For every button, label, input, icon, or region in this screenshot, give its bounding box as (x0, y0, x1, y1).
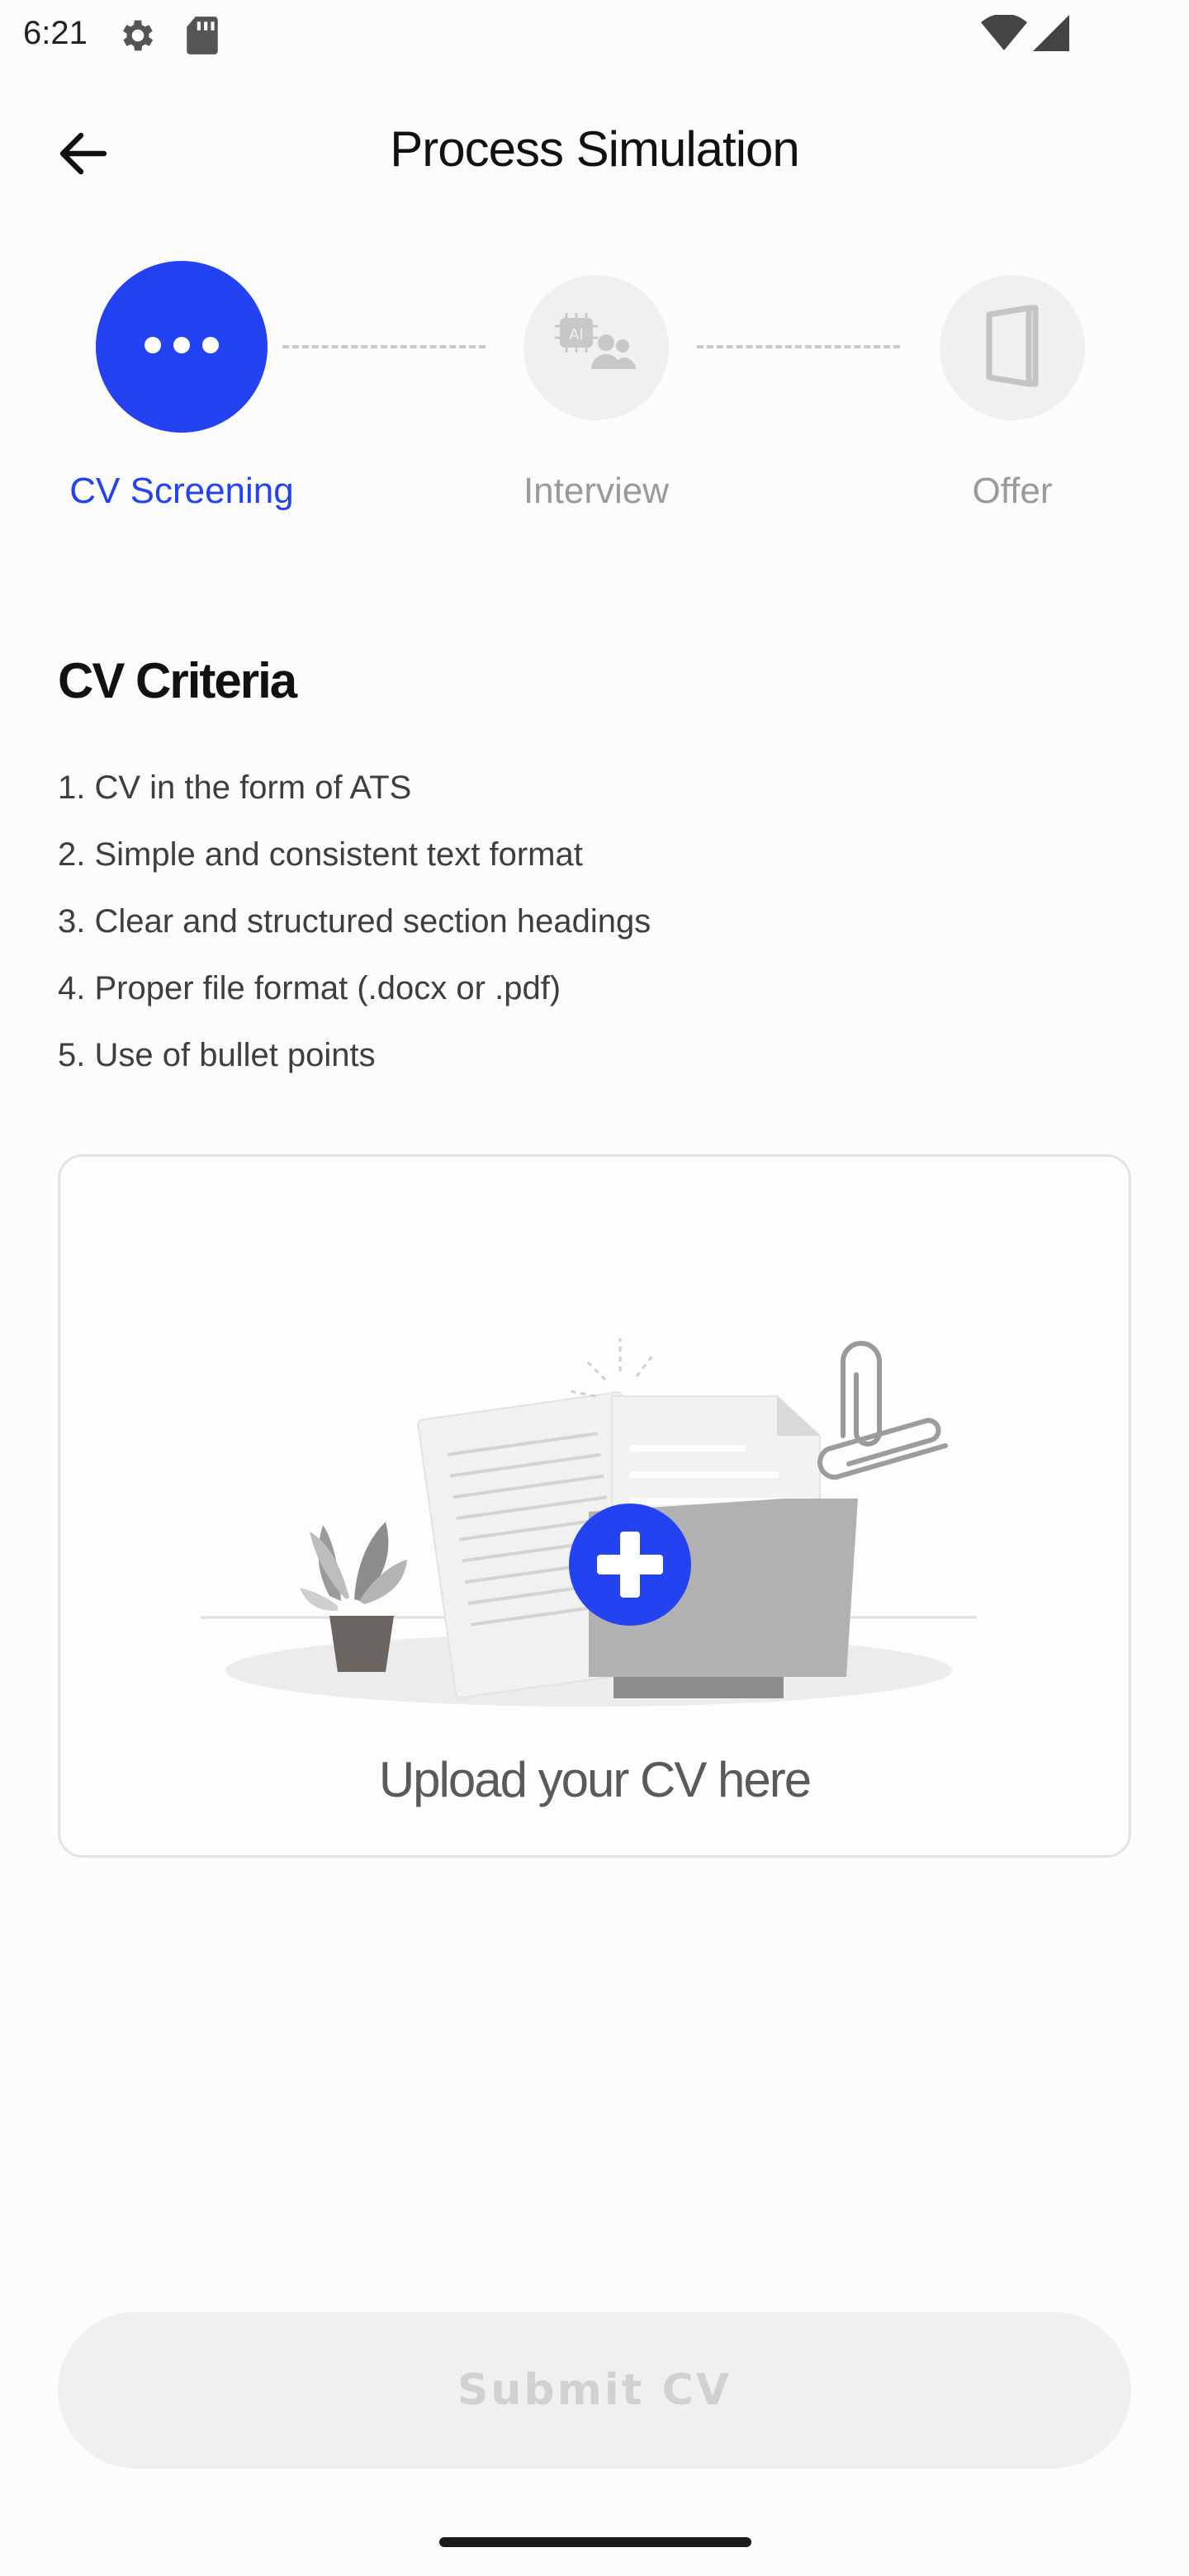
submit-cv-button[interactable]: Submit CV (58, 2312, 1131, 2469)
criteria-item: 3. Clear and structured section headings (58, 903, 651, 940)
plus-icon (569, 1503, 691, 1626)
step-connector (697, 345, 900, 348)
status-bar: 6:21 (0, 0, 1189, 71)
step-label-offer: Offer (972, 471, 1053, 511)
upload-label: Upload your CV here (378, 1752, 812, 1807)
criteria-item: 4. Proper file format (.docx or .pdf) (58, 970, 561, 1006)
criteria-list: 1. CV in the form of ATS 2. Simple and c… (58, 766, 651, 1101)
page-title: Process Simulation (390, 121, 800, 177)
ai-interview-icon: AI (555, 312, 637, 383)
criteria-item: 1. CV in the form of ATS (58, 769, 412, 806)
gear-icon (117, 15, 159, 60)
step-label-interview: Interview (523, 471, 670, 511)
sd-card-icon (183, 15, 221, 60)
step-interview[interactable]: AI (523, 275, 669, 420)
step-label-cv-screening: CV Screening (69, 471, 294, 511)
step-offer[interactable] (940, 275, 1085, 420)
folder-upload-illustration (201, 1338, 977, 1707)
door-icon (979, 305, 1045, 391)
wifi-icon (981, 13, 1027, 55)
step-cv-screening[interactable] (96, 261, 268, 433)
criteria-item: 2. Simple and consistent text format (58, 836, 583, 873)
upload-cv-card[interactable]: Upload your CV here (58, 1154, 1131, 1858)
signal-icon (1032, 15, 1070, 55)
home-indicator[interactable] (439, 2537, 751, 2547)
criteria-title: CV Criteria (58, 653, 297, 708)
criteria-item: 5. Use of bullet points (58, 1037, 376, 1073)
svg-text:AI: AI (569, 326, 584, 343)
status-time: 6:21 (23, 15, 88, 51)
step-connector (282, 345, 486, 348)
more-horizontal-icon (136, 333, 227, 362)
